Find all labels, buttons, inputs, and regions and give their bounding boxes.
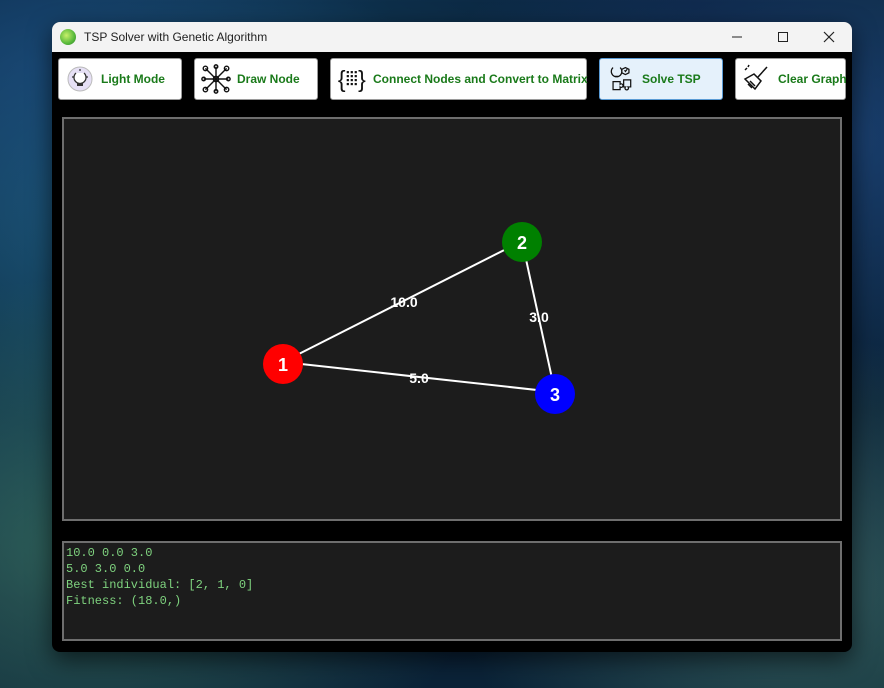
console-line: Best individual: [2, 1, 0]	[66, 578, 254, 592]
connect-nodes-label: Connect Nodes and Convert to Matrix	[373, 72, 588, 86]
console-line: Fitness: (18.0,)	[66, 594, 182, 608]
solve-tsp-label: Solve TSP	[642, 72, 701, 86]
output-console[interactable]: 10.0 0.0 3.0 5.0 3.0 0.0 Best individual…	[62, 541, 842, 641]
console-line: 10.0 0.0 3.0	[66, 546, 153, 560]
edge-weight-label: 5.0	[409, 370, 429, 386]
network-nodes-icon	[201, 64, 231, 94]
svg-text:}: }	[358, 66, 366, 92]
maximize-icon	[778, 32, 788, 42]
matrix-braces-icon: { }	[337, 64, 367, 94]
console-line: 5.0 3.0 0.0	[66, 562, 146, 576]
toolbar: Light Mode Draw Node {} Connect Nodes a…	[52, 52, 852, 109]
broom-icon	[742, 64, 772, 94]
solve-tsp-button[interactable]: Solve TSP	[599, 58, 723, 100]
connect-nodes-button[interactable]: { } Connect Nodes and Convert to Matrix	[330, 58, 588, 100]
graph-canvas[interactable]: 10.0 3.0 5.0 1 2 3	[62, 117, 842, 521]
maximize-button[interactable]	[760, 22, 806, 52]
draw-node-label: Draw Node	[237, 72, 300, 86]
title-bar[interactable]: TSP Solver with Genetic Algorithm	[52, 22, 852, 52]
minimize-button[interactable]	[714, 22, 760, 52]
close-icon	[823, 31, 835, 43]
edge-weight-label: 10.0	[390, 294, 417, 310]
window-title: TSP Solver with Genetic Algorithm	[84, 30, 268, 44]
draw-node-button[interactable]: Draw Node	[194, 58, 318, 100]
light-bulb-icon	[65, 64, 95, 94]
svg-text:{: {	[338, 66, 346, 92]
minimize-icon	[732, 36, 742, 38]
graph-drawing: 10.0 3.0 5.0 1 2 3	[263, 222, 575, 414]
light-mode-button[interactable]: Light Mode	[58, 58, 182, 100]
light-mode-label: Light Mode	[101, 72, 165, 86]
window-controls	[714, 22, 852, 52]
app-window: TSP Solver with Genetic Algorithm Light …	[52, 22, 852, 652]
app-logo-icon	[60, 29, 76, 45]
node-label: 1	[278, 355, 288, 375]
close-button[interactable]	[806, 22, 852, 52]
node-label: 2	[517, 233, 527, 253]
puzzle-lightbulb-icon	[606, 64, 636, 94]
edge-weight-label: 3.0	[529, 309, 549, 325]
clear-graph-button[interactable]: Clear Graph	[735, 58, 847, 100]
clear-graph-label: Clear Graph	[778, 72, 847, 86]
node-label: 3	[550, 385, 560, 405]
